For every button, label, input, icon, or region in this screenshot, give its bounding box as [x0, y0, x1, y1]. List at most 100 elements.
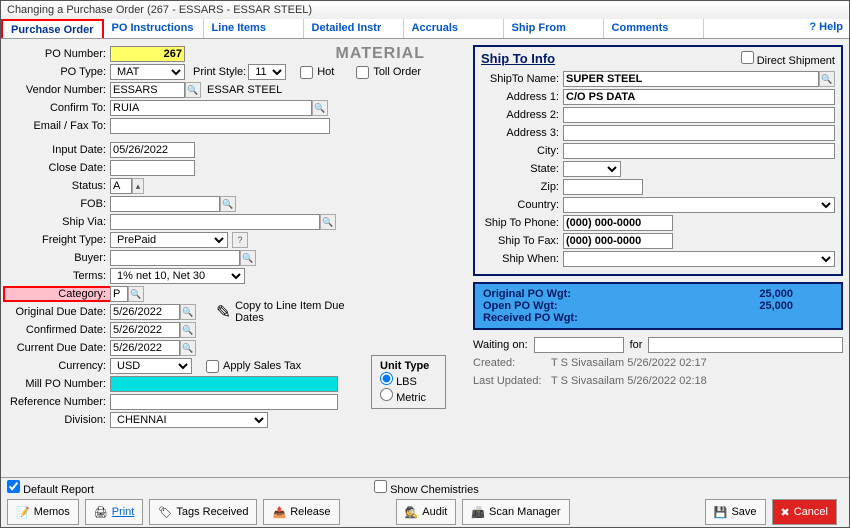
buyer-lookup-icon[interactable]: 🔍: [240, 250, 256, 266]
tab-ship-from[interactable]: Ship From: [504, 19, 604, 38]
conf-date-field[interactable]: [110, 322, 180, 338]
window-title: Changing a Purchase Order (267 - ESSARS …: [1, 1, 849, 19]
updated-value: T S Sivasailam 5/26/2022 02:18: [551, 375, 707, 387]
orig-due-field[interactable]: [110, 304, 180, 320]
memo-icon: 📝: [16, 506, 30, 519]
shipvia-lookup-icon[interactable]: 🔍: [320, 214, 336, 230]
ship-via-field[interactable]: [110, 214, 320, 230]
unit-lbs-option[interactable]: LBS: [380, 376, 417, 388]
fax-label: Ship To Fax:: [481, 235, 563, 247]
default-report-option[interactable]: Default Report: [7, 480, 94, 496]
input-date-field[interactable]: [110, 142, 195, 158]
state-select[interactable]: [563, 161, 621, 177]
vendor-number-field[interactable]: [110, 82, 185, 98]
tab-accruals[interactable]: Accruals: [404, 19, 504, 38]
freight-type-select[interactable]: PrePaid: [110, 232, 228, 248]
close-date-field[interactable]: [110, 160, 195, 176]
freight-type-label: Freight Type:: [5, 234, 110, 246]
po-number-field[interactable]: [110, 46, 185, 62]
fob-lookup-icon[interactable]: 🔍: [220, 196, 236, 212]
phone-field[interactable]: [563, 215, 673, 231]
release-icon: 📤: [272, 506, 286, 519]
unit-type-title: Unit Type: [380, 360, 437, 372]
scan-manager-button[interactable]: 📠Scan Manager: [462, 499, 569, 525]
category-field[interactable]: [110, 286, 128, 302]
release-button[interactable]: 📤Release: [263, 499, 339, 525]
tab-comments[interactable]: Comments: [604, 19, 704, 38]
fob-field[interactable]: [110, 196, 220, 212]
category-label: Category:: [5, 288, 110, 300]
buyer-label: Buyer:: [5, 252, 110, 264]
confirm-to-label: Confirm To:: [5, 102, 110, 114]
confirm-to-field[interactable]: [110, 100, 312, 116]
division-label: Division:: [5, 414, 110, 426]
input-date-label: Input Date:: [5, 144, 110, 156]
origdue-lookup-icon[interactable]: 🔍: [180, 304, 196, 320]
waiting-for-field[interactable]: [648, 337, 843, 353]
vendor-lookup-icon[interactable]: 🔍: [185, 82, 201, 98]
audit-button[interactable]: 🕵Audit: [396, 499, 457, 525]
pencil-icon[interactable]: ✎: [216, 302, 231, 323]
mill-po-field[interactable]: [110, 376, 338, 392]
hot-checkbox[interactable]: [300, 66, 313, 79]
copy-dates-label: Copy to Line Item Due Dates: [235, 300, 355, 324]
curr-due-field[interactable]: [110, 340, 180, 356]
country-select[interactable]: [563, 197, 835, 213]
terms-select[interactable]: 1% net 10, Net 30: [110, 268, 245, 284]
zip-field[interactable]: [563, 179, 643, 195]
help-link[interactable]: ? Help: [809, 21, 843, 33]
updated-label: Last Updated:: [473, 375, 551, 387]
tags-received-button[interactable]: 🏷Tags Received: [149, 499, 257, 525]
city-field[interactable]: [563, 143, 835, 159]
direct-shipment-option[interactable]: Direct Shipment: [741, 51, 835, 70]
waiting-on-field[interactable]: [534, 337, 624, 353]
freight-help-icon[interactable]: ?: [232, 232, 248, 248]
confdate-lookup-icon[interactable]: 🔍: [180, 322, 196, 338]
tab-purchase-order[interactable]: Purchase Order: [1, 19, 104, 38]
conf-date-label: Confirmed Date:: [5, 324, 110, 336]
addr2-label: Address 2:: [481, 109, 563, 121]
shipto-name-field[interactable]: [563, 71, 819, 87]
print-style-label: Print Style:: [193, 66, 246, 78]
unit-metric-option[interactable]: Metric: [380, 392, 426, 404]
hot-label: Hot: [317, 66, 334, 78]
cancel-button[interactable]: ✖Cancel: [772, 499, 837, 525]
addr2-field[interactable]: [563, 107, 835, 123]
printer-icon: 🖨: [94, 506, 108, 519]
ref-num-field[interactable]: [110, 394, 338, 410]
division-select[interactable]: CHENNAI: [110, 412, 268, 428]
show-chem-option[interactable]: Show Chemistries: [374, 480, 479, 496]
addr3-label: Address 3:: [481, 127, 563, 139]
po-type-label: PO Type:: [5, 66, 110, 78]
currency-select[interactable]: USD: [110, 358, 192, 374]
tab-line-items[interactable]: Line Items: [204, 19, 304, 38]
po-number-label: PO Number:: [5, 48, 110, 60]
memos-button[interactable]: 📝Memos: [7, 499, 79, 525]
tab-detailed-instr[interactable]: Detailed Instr: [304, 19, 404, 38]
po-type-select[interactable]: MAT: [110, 64, 185, 80]
apply-tax-checkbox[interactable]: [206, 360, 219, 373]
toll-checkbox[interactable]: [356, 66, 369, 79]
print-style-select[interactable]: 11: [248, 64, 286, 80]
fax-field[interactable]: [563, 233, 673, 249]
email-fax-field[interactable]: [110, 118, 330, 134]
buyer-field[interactable]: [110, 250, 240, 266]
status-label: Status:: [5, 180, 110, 192]
print-button[interactable]: 🖨Print: [85, 499, 144, 525]
addr3-field[interactable]: [563, 125, 835, 141]
when-select[interactable]: [563, 251, 835, 267]
ref-num-label: Reference Number:: [5, 396, 110, 408]
status-field[interactable]: [110, 178, 132, 194]
category-lookup-icon[interactable]: 🔍: [128, 286, 144, 302]
vendor-number-label: Vendor Number:: [5, 84, 110, 96]
shipto-lookup-icon[interactable]: 🔍: [819, 71, 835, 87]
tags-icon: 🏷: [158, 506, 172, 519]
tab-po-instructions[interactable]: PO Instructions: [104, 19, 204, 38]
addr1-field[interactable]: [563, 89, 835, 105]
currdue-lookup-icon[interactable]: 🔍: [180, 340, 196, 356]
orig-wgt-label: Original PO Wgt:: [483, 288, 571, 300]
status-spinner-icon[interactable]: ▴: [132, 178, 144, 194]
for-label: for: [630, 339, 643, 351]
confirm-lookup-icon[interactable]: 🔍: [312, 100, 328, 116]
save-button[interactable]: 💾Save: [705, 499, 766, 525]
